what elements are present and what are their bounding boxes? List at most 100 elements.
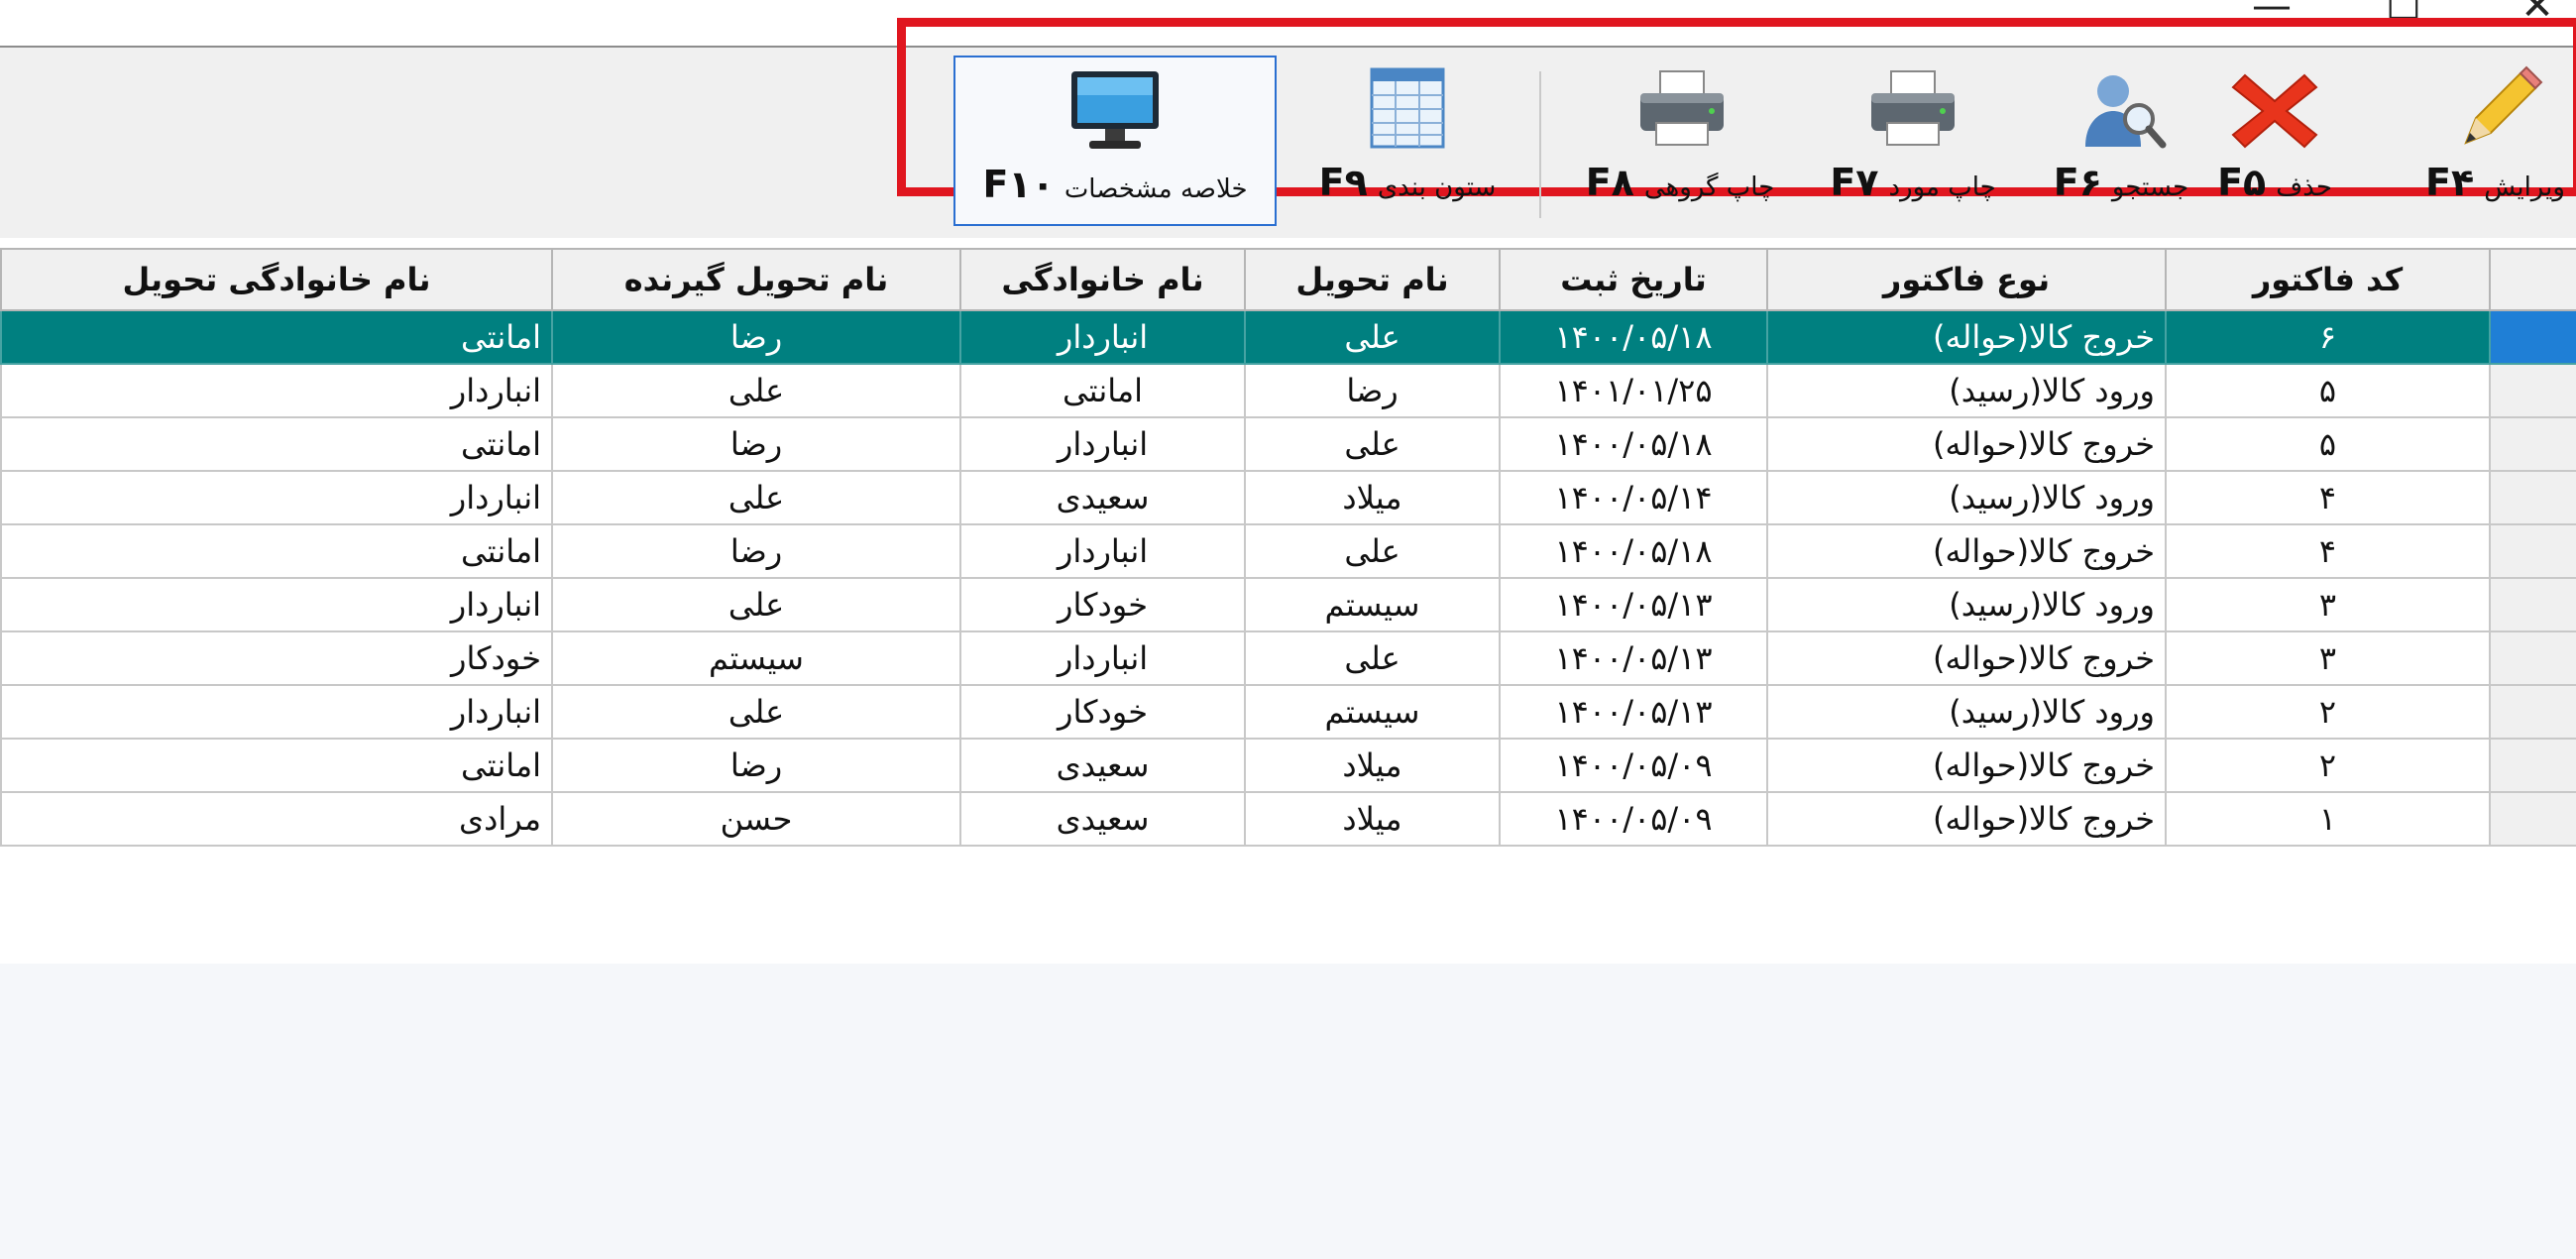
row-selector[interactable]: [2489, 684, 2576, 740]
column-header-family-name[interactable]: نام خانوادگی: [959, 248, 1246, 311]
cell-deliverer-name[interactable]: میلاد: [1244, 470, 1501, 525]
print-item-button[interactable]: چاپ مورد F۷: [1814, 56, 2012, 226]
row-selector[interactable]: [2489, 738, 2576, 793]
row-selector[interactable]: [2489, 630, 2576, 686]
cell-invoice-code[interactable]: ۳: [2165, 577, 2491, 632]
cell-invoice-type[interactable]: خروج کالا(حواله): [1766, 791, 2167, 847]
table-row[interactable]: ۳ خروج کالا(حواله) ۱۴۰۰/۰۵/۱۳ علی انباردار سی…: [0, 630, 2576, 686]
cell-family-name[interactable]: انباردار: [959, 523, 1246, 579]
cell-register-date[interactable]: ۱۴۰۰/۰۵/۱۳: [1499, 684, 1768, 740]
cell-invoice-code[interactable]: ۵: [2165, 363, 2491, 418]
cell-receiver-name[interactable]: سیستم: [551, 630, 961, 686]
cell-receiver-name[interactable]: علی: [551, 363, 961, 418]
cell-deliverer-name[interactable]: علی: [1244, 416, 1501, 472]
table-row[interactable]: ۵ خروج کالا(حواله) ۱۴۰۰/۰۵/۱۸ علی انباردار رض…: [0, 416, 2576, 472]
table-row[interactable]: ۳ ورود کالا(رسید) ۱۴۰۰/۰۵/۱۳ سیستم خودکار علی…: [0, 577, 2576, 632]
cell-invoice-type[interactable]: خروج کالا(حواله): [1766, 630, 2167, 686]
table-row[interactable]: ۲ ورود کالا(رسید) ۱۴۰۰/۰۵/۱۳ سیستم خودکار علی…: [0, 684, 2576, 740]
cell-deliverer-family[interactable]: انباردار: [0, 684, 553, 740]
cell-family-name[interactable]: خودکار: [959, 684, 1246, 740]
cell-receiver-name[interactable]: رضا: [551, 738, 961, 793]
row-selector[interactable]: [2489, 363, 2576, 418]
cell-invoice-type[interactable]: ورود کالا(رسید): [1766, 684, 2167, 740]
column-header-deliverer-name[interactable]: نام تحویل: [1244, 248, 1501, 311]
cell-register-date[interactable]: ۱۴۰۰/۰۵/۰۹: [1499, 791, 1768, 847]
cell-deliverer-name[interactable]: میلاد: [1244, 791, 1501, 847]
cell-family-name[interactable]: امانتی: [959, 363, 1246, 418]
cell-family-name[interactable]: سعیدی: [959, 738, 1246, 793]
cell-invoice-code[interactable]: ۳: [2165, 630, 2491, 686]
row-selector[interactable]: [2489, 309, 2576, 365]
cell-invoice-type[interactable]: خروج کالا(حواله): [1766, 416, 2167, 472]
print-group-button[interactable]: چاپ گروهی F۸: [1561, 56, 1799, 226]
cell-deliverer-family[interactable]: امانتی: [0, 416, 553, 472]
table-row[interactable]: ۴ ورود کالا(رسید) ۱۴۰۰/۰۵/۱۴ میلاد سعیدی علی ا…: [0, 470, 2576, 525]
cell-deliverer-name[interactable]: رضا: [1244, 363, 1501, 418]
column-header-invoice-code[interactable]: کد فاکتور: [2165, 248, 2491, 311]
search-button[interactable]: جستجو F۶: [2042, 56, 2200, 226]
cell-invoice-type[interactable]: خروج کالا(حواله): [1766, 738, 2167, 793]
table-row[interactable]: ۶ خروج کالا(حواله) ۱۴۰۰/۰۵/۱۸ علی انباردار رض…: [0, 309, 2576, 365]
cell-receiver-name[interactable]: علی: [551, 470, 961, 525]
table-row[interactable]: ۲ خروج کالا(حواله) ۱۴۰۰/۰۵/۰۹ میلاد سعیدی رضا…: [0, 738, 2576, 793]
cell-receiver-name[interactable]: رضا: [551, 416, 961, 472]
cell-family-name[interactable]: سعیدی: [959, 791, 1246, 847]
cell-invoice-code[interactable]: ۲: [2165, 738, 2491, 793]
cell-register-date[interactable]: ۱۴۰۰/۰۵/۱۴: [1499, 470, 1768, 525]
cell-deliverer-family[interactable]: انباردار: [0, 577, 553, 632]
cell-deliverer-family[interactable]: امانتی: [0, 738, 553, 793]
cell-invoice-code[interactable]: ۲: [2165, 684, 2491, 740]
cell-deliverer-name[interactable]: سیستم: [1244, 577, 1501, 632]
cell-invoice-code[interactable]: ۶: [2165, 309, 2491, 365]
cell-deliverer-family[interactable]: امانتی: [0, 523, 553, 579]
delete-button[interactable]: حذف F۵: [2190, 56, 2359, 226]
cell-invoice-type[interactable]: ورود کالا(رسید): [1766, 363, 2167, 418]
column-header-register-date[interactable]: تاریخ ثبت: [1499, 248, 1768, 311]
table-row[interactable]: ۱ خروج کالا(حواله) ۱۴۰۰/۰۵/۰۹ میلاد سعیدی حسن…: [0, 791, 2576, 847]
cell-deliverer-name[interactable]: سیستم: [1244, 684, 1501, 740]
cell-register-date[interactable]: ۱۴۰۰/۰۵/۱۸: [1499, 523, 1768, 579]
cell-receiver-name[interactable]: علی: [551, 577, 961, 632]
cell-invoice-type[interactable]: ورود کالا(رسید): [1766, 470, 2167, 525]
cell-register-date[interactable]: ۱۴۰۰/۰۵/۱۸: [1499, 309, 1768, 365]
column-header-invoice-type[interactable]: نوع فاکتور: [1766, 248, 2167, 311]
cell-register-date[interactable]: ۱۴۰۰/۰۵/۱۳: [1499, 630, 1768, 686]
cell-family-name[interactable]: سعیدی: [959, 470, 1246, 525]
cell-deliverer-family[interactable]: انباردار: [0, 470, 553, 525]
cell-invoice-type[interactable]: خروج کالا(حواله): [1766, 523, 2167, 579]
cell-receiver-name[interactable]: رضا: [551, 523, 961, 579]
summary-button[interactable]: خلاصه مشخصات F۱۰: [953, 56, 1277, 226]
cell-deliverer-name[interactable]: میلاد: [1244, 738, 1501, 793]
table-row[interactable]: ۴ خروج کالا(حواله) ۱۴۰۰/۰۵/۱۸ علی انباردار رض…: [0, 523, 2576, 579]
cell-invoice-type[interactable]: ورود کالا(رسید): [1766, 577, 2167, 632]
edit-button[interactable]: ویرایش F۴: [2408, 56, 2576, 226]
cell-deliverer-name[interactable]: علی: [1244, 630, 1501, 686]
cell-receiver-name[interactable]: رضا: [551, 309, 961, 365]
cell-register-date[interactable]: ۱۴۰۰/۰۵/۱۳: [1499, 577, 1768, 632]
cell-deliverer-family[interactable]: انباردار: [0, 363, 553, 418]
cell-invoice-code[interactable]: ۴: [2165, 523, 2491, 579]
row-selector[interactable]: [2489, 791, 2576, 847]
cell-family-name[interactable]: انباردار: [959, 309, 1246, 365]
column-header-deliverer-family[interactable]: نام خانوادگی تحویل: [0, 248, 553, 311]
cell-invoice-code[interactable]: ۱: [2165, 791, 2491, 847]
cell-family-name[interactable]: انباردار: [959, 630, 1246, 686]
cell-register-date[interactable]: ۱۴۰۱/۰۱/۲۵: [1499, 363, 1768, 418]
cell-family-name[interactable]: انباردار: [959, 416, 1246, 472]
cell-invoice-code[interactable]: ۵: [2165, 416, 2491, 472]
row-selector[interactable]: [2489, 577, 2576, 632]
cell-deliverer-name[interactable]: علی: [1244, 523, 1501, 579]
cell-deliverer-family[interactable]: امانتی: [0, 309, 553, 365]
column-header-receiver-name[interactable]: نام تحویل گیرنده: [551, 248, 961, 311]
cell-receiver-name[interactable]: علی: [551, 684, 961, 740]
cell-deliverer-family[interactable]: مرادی: [0, 791, 553, 847]
cell-invoice-code[interactable]: ۴: [2165, 470, 2491, 525]
cell-register-date[interactable]: ۱۴۰۰/۰۵/۰۹: [1499, 738, 1768, 793]
cell-deliverer-name[interactable]: علی: [1244, 309, 1501, 365]
cell-invoice-type[interactable]: خروج کالا(حواله): [1766, 309, 2167, 365]
row-selector[interactable]: [2489, 523, 2576, 579]
row-selector[interactable]: [2489, 416, 2576, 472]
table-row[interactable]: ۵ ورود کالا(رسید) ۱۴۰۱/۰۱/۲۵ رضا امانتی علی ان…: [0, 363, 2576, 418]
cell-deliverer-family[interactable]: خودکار: [0, 630, 553, 686]
cell-register-date[interactable]: ۱۴۰۰/۰۵/۱۸: [1499, 416, 1768, 472]
